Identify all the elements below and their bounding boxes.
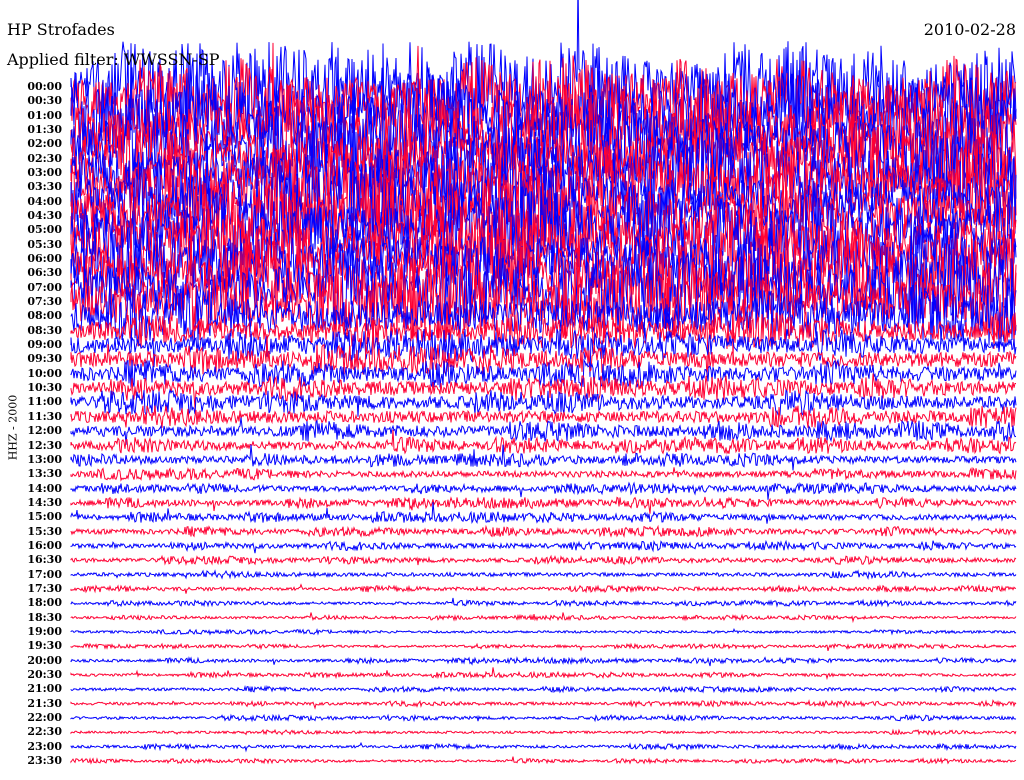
trace-1700 bbox=[70, 569, 1017, 580]
time-label: 13:30 bbox=[27, 467, 62, 481]
time-label: 09:00 bbox=[27, 338, 62, 352]
trace-2230 bbox=[70, 728, 1017, 736]
time-label: 23:30 bbox=[27, 753, 62, 767]
time-label: 12:00 bbox=[27, 424, 62, 438]
trace-1400 bbox=[70, 481, 1017, 500]
trace-2000 bbox=[70, 656, 1017, 667]
time-label: 00:00 bbox=[27, 80, 62, 93]
time-label: 01:30 bbox=[27, 123, 62, 137]
time-label: 13:00 bbox=[27, 452, 62, 466]
time-label: 16:30 bbox=[27, 553, 62, 567]
trace-1630 bbox=[70, 554, 1017, 566]
seismogram-traces bbox=[70, 0, 1017, 765]
time-label: 10:00 bbox=[27, 366, 62, 380]
trace-1800 bbox=[70, 597, 1017, 608]
time-label: 07:30 bbox=[27, 295, 62, 309]
time-label: 14:00 bbox=[27, 481, 62, 495]
trace-2130 bbox=[70, 699, 1017, 710]
time-label: 23:00 bbox=[27, 739, 62, 753]
trace-1330 bbox=[70, 466, 1017, 482]
trace-1600 bbox=[70, 539, 1017, 554]
trace-1930 bbox=[70, 642, 1017, 652]
time-label: 05:30 bbox=[27, 237, 62, 251]
time-label: 07:00 bbox=[27, 280, 62, 294]
trace-2100 bbox=[70, 684, 1017, 694]
trace-2300 bbox=[70, 741, 1017, 753]
trace-1730 bbox=[70, 583, 1017, 594]
time-label: 09:30 bbox=[27, 352, 62, 366]
time-label: 10:30 bbox=[27, 381, 62, 395]
trace-2330 bbox=[70, 756, 1017, 765]
time-label: 17:00 bbox=[27, 567, 62, 581]
time-label: 03:30 bbox=[27, 180, 62, 194]
time-label: 19:30 bbox=[27, 639, 62, 653]
time-label: 05:00 bbox=[27, 223, 62, 237]
time-label: 15:00 bbox=[27, 510, 62, 524]
station-title: HP Strofades bbox=[7, 20, 115, 39]
trace-1530 bbox=[70, 524, 1017, 539]
time-label: 06:30 bbox=[27, 266, 62, 280]
time-label: 02:00 bbox=[27, 137, 62, 151]
time-label: 20:30 bbox=[27, 667, 62, 681]
time-label: 11:30 bbox=[27, 409, 62, 423]
time-label: 18:30 bbox=[27, 610, 62, 624]
time-label: 22:30 bbox=[27, 725, 62, 739]
trace-2200 bbox=[70, 713, 1017, 723]
time-label: 22:00 bbox=[27, 710, 62, 724]
time-label: 01:00 bbox=[27, 108, 62, 122]
time-label: 12:30 bbox=[27, 438, 62, 452]
trace-1430 bbox=[70, 496, 1017, 514]
time-label: 00:30 bbox=[27, 94, 62, 108]
time-label: 08:30 bbox=[27, 323, 62, 337]
date-label: 2010-02-28 bbox=[923, 20, 1016, 39]
filter-label: Applied filter: WWSSN-SP bbox=[7, 50, 220, 69]
time-label: 03:00 bbox=[27, 166, 62, 180]
time-label: 19:00 bbox=[27, 624, 62, 638]
helicorder-plot: HP Strofades Applied filter: WWSSN-SP 20… bbox=[0, 0, 1024, 780]
time-label: 16:00 bbox=[27, 538, 62, 552]
time-label: 18:00 bbox=[27, 596, 62, 610]
time-label: 21:00 bbox=[27, 682, 62, 696]
trace-2030 bbox=[70, 667, 1017, 681]
time-label: 20:00 bbox=[27, 653, 62, 667]
time-label: 04:30 bbox=[27, 209, 62, 223]
time-label: 21:30 bbox=[27, 696, 62, 710]
trace-1900 bbox=[70, 628, 1017, 636]
time-label: 11:00 bbox=[27, 395, 62, 409]
time-label: 04:00 bbox=[27, 194, 62, 208]
time-label: 14:30 bbox=[27, 495, 62, 509]
time-label: 17:30 bbox=[27, 581, 62, 595]
time-label: 08:00 bbox=[27, 309, 62, 323]
time-label: 15:30 bbox=[27, 524, 62, 538]
time-label: 06:00 bbox=[27, 252, 62, 266]
trace-1830 bbox=[70, 612, 1017, 624]
time-label: 02:30 bbox=[27, 151, 62, 165]
